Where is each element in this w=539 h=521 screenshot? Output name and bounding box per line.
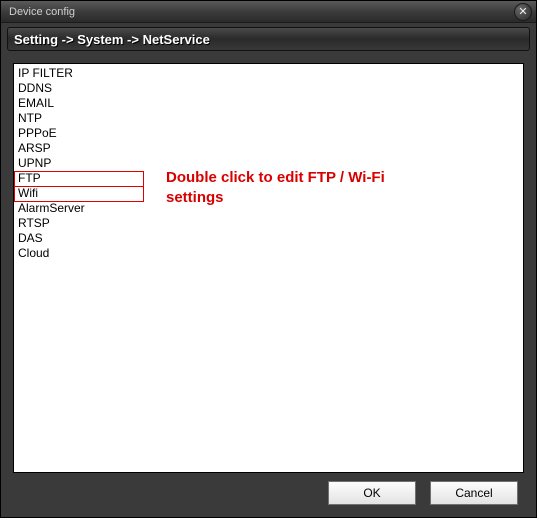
list-item[interactable]: EMAIL (14, 96, 523, 111)
annotation-text: Double click to edit FTP / Wi-Fi setting… (166, 168, 416, 208)
netservice-listbox[interactable]: IP FILTER DDNS EMAIL NTP PPPoE ARSP UPNP… (13, 63, 524, 473)
breadcrumb: Setting -> System -> NetService (7, 27, 530, 51)
list-item[interactable]: DAS (14, 231, 523, 246)
list-item[interactable]: RTSP (14, 216, 523, 231)
list-item[interactable]: DDNS (14, 81, 523, 96)
titlebar: Device config ✕ (1, 1, 536, 23)
button-row: OK Cancel (13, 473, 524, 509)
device-config-window: Device config ✕ Setting -> System -> Net… (0, 0, 537, 518)
window-title: Device config (9, 6, 75, 18)
list-item[interactable]: IP FILTER (14, 66, 523, 81)
list-item[interactable]: ARSP (14, 141, 523, 156)
breadcrumb-text: Setting -> System -> NetService (14, 32, 210, 47)
ok-button[interactable]: OK (328, 481, 416, 505)
list-item[interactable]: PPPoE (14, 126, 523, 141)
close-icon[interactable]: ✕ (514, 3, 532, 21)
cancel-button[interactable]: Cancel (430, 481, 518, 505)
list-item[interactable]: NTP (14, 111, 523, 126)
list-item[interactable]: Cloud (14, 246, 523, 261)
content-area: IP FILTER DDNS EMAIL NTP PPPoE ARSP UPNP… (1, 53, 536, 517)
